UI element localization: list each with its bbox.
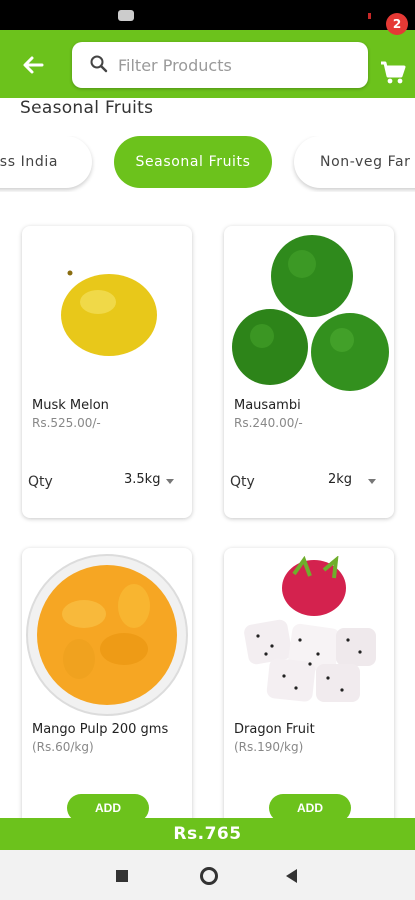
system-back-icon[interactable] bbox=[286, 869, 297, 883]
product-name: Mango Pulp 200 gms bbox=[32, 722, 169, 737]
mango-pulp-image bbox=[26, 554, 188, 716]
dragon-fruit-image bbox=[244, 556, 376, 702]
musk-melon-image bbox=[61, 270, 157, 356]
product-name: Mausambi bbox=[234, 398, 301, 413]
back-arrow-icon[interactable] bbox=[18, 50, 48, 80]
mausambi-image bbox=[232, 235, 389, 391]
product-price: (Rs.190/kg) bbox=[234, 740, 304, 754]
product-card[interactable]: Musk Melon Rs.525.00/- Qty 3.5kg bbox=[22, 226, 192, 518]
page-title: Seasonal Fruits bbox=[20, 98, 154, 118]
product-price: Rs.525.00/- bbox=[32, 416, 101, 430]
product-card[interactable]: Mango Pulp 200 gms (Rs.60/kg) ADD bbox=[22, 548, 192, 838]
recents-icon[interactable] bbox=[116, 870, 128, 882]
qty-label: Qty bbox=[230, 474, 255, 490]
search-box[interactable] bbox=[72, 42, 368, 88]
home-icon[interactable] bbox=[200, 867, 218, 885]
notification-icon bbox=[118, 10, 134, 21]
status-bar bbox=[0, 0, 415, 30]
product-price: (Rs.60/kg) bbox=[32, 740, 94, 754]
cart-icon[interactable] bbox=[378, 58, 408, 88]
dropdown-arrow-icon[interactable] bbox=[166, 479, 174, 484]
product-name: Dragon Fruit bbox=[234, 722, 315, 737]
dropdown-arrow-icon[interactable] bbox=[368, 479, 376, 484]
app-bar bbox=[0, 30, 415, 98]
search-icon bbox=[90, 55, 108, 73]
battery-icon bbox=[368, 13, 371, 19]
tab-category-2[interactable]: Non-veg Far bbox=[294, 136, 415, 188]
system-nav-bar bbox=[0, 850, 415, 900]
tab-category-seasonal-fruits[interactable]: Seasonal Fruits bbox=[114, 136, 272, 188]
product-card[interactable]: Dragon Fruit (Rs.190/kg) ADD bbox=[224, 548, 394, 838]
product-price: Rs.240.00/- bbox=[234, 416, 303, 430]
cart-total-bar[interactable]: Rs.765 bbox=[0, 818, 415, 850]
search-input[interactable] bbox=[118, 50, 348, 80]
tab-category-0[interactable]: ss India bbox=[0, 136, 92, 188]
product-card[interactable]: Mausambi Rs.240.00/- Qty 2kg bbox=[224, 226, 394, 518]
category-tabs: ss India Seasonal Fruits Non-veg Far bbox=[0, 136, 415, 192]
product-name: Musk Melon bbox=[32, 398, 109, 413]
qty-label: Qty bbox=[28, 474, 53, 490]
qty-value[interactable]: 2kg bbox=[328, 472, 352, 487]
qty-value[interactable]: 3.5kg bbox=[124, 472, 160, 487]
cart-count-badge: 2 bbox=[386, 13, 408, 35]
